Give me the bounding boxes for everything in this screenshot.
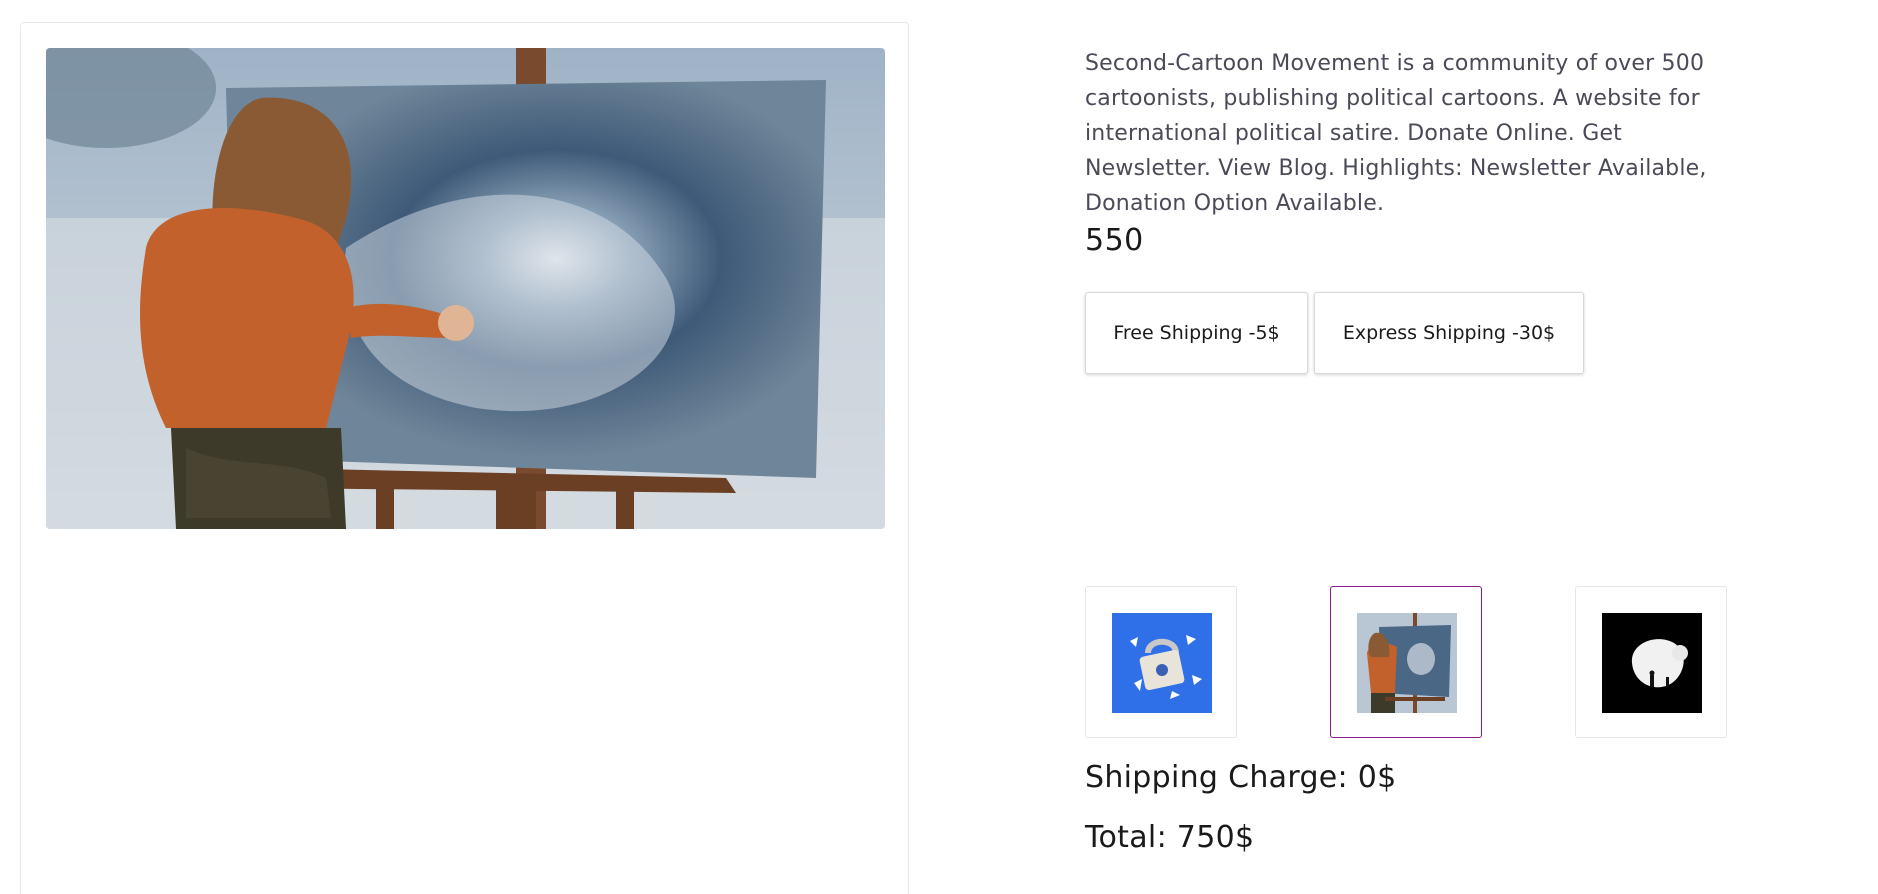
express-shipping-button[interactable]: Express Shipping -30$ xyxy=(1314,292,1584,374)
sculpture-image xyxy=(1602,613,1702,713)
thumbnail-sculpture[interactable] xyxy=(1575,586,1727,738)
shipping-options: Free Shipping -5$ Express Shipping -30$ xyxy=(1085,292,1584,374)
padlock-image xyxy=(1112,613,1212,713)
product-description: Second-Cartoon Movement is a community o… xyxy=(1085,51,1707,216)
free-shipping-button[interactable]: Free Shipping -5$ xyxy=(1085,292,1308,374)
product-page: Second-Cartoon Movement is a community o… xyxy=(0,0,1878,894)
order-total: Total: 750$ xyxy=(1085,820,1255,855)
shipping-charge: Shipping Charge: 0$ xyxy=(1085,760,1397,795)
thumbnail-gallery xyxy=(1085,586,1727,738)
product-info: Second-Cartoon Movement is a community o… xyxy=(1085,46,1745,258)
thumbnail-padlock-image xyxy=(1112,613,1212,713)
painting-thumbnail xyxy=(1357,613,1457,713)
main-image-card xyxy=(20,22,909,894)
thumbnail-sculpture-image xyxy=(1602,613,1702,713)
product-price: 550 xyxy=(1085,223,1144,258)
thumbnail-painting-image xyxy=(1357,613,1457,713)
thumbnail-padlock[interactable] xyxy=(1085,586,1237,738)
main-product-image xyxy=(46,48,885,529)
thumbnail-painting[interactable] xyxy=(1330,586,1482,738)
painting-photo xyxy=(46,48,885,529)
